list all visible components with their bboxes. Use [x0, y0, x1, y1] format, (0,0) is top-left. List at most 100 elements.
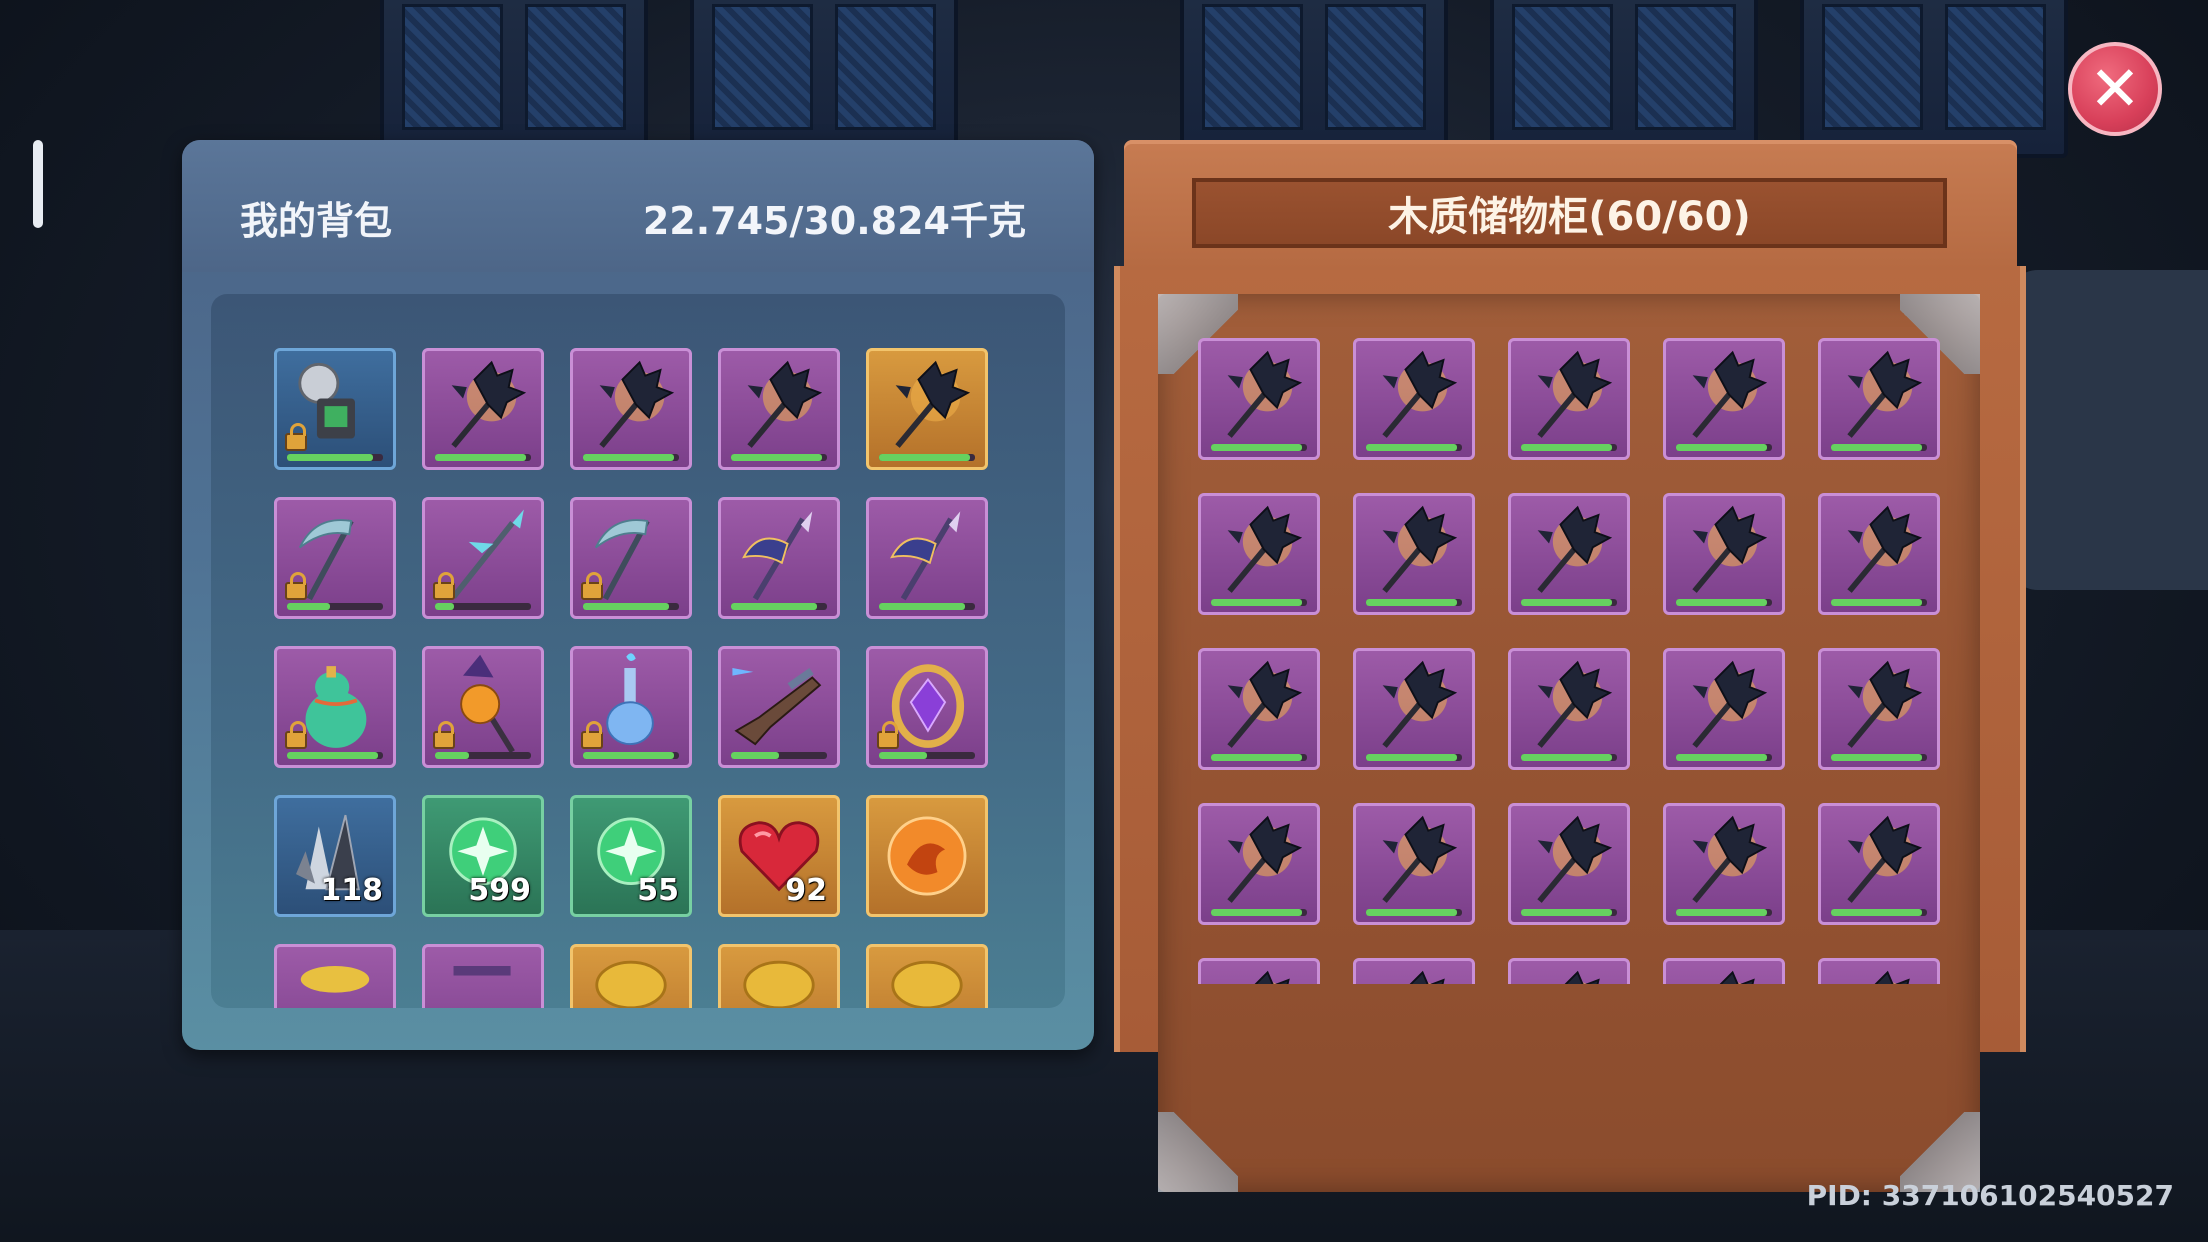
partial-item[interactable] [718, 944, 840, 1008]
durability-bar [1366, 599, 1462, 606]
backpack-panel: 我的背包 22.745/30.824千克 118 599 55 92 [182, 140, 1094, 1050]
cabinet-grid[interactable] [1198, 338, 1966, 984]
partial-item[interactable] [866, 944, 988, 1008]
durability-bar [287, 603, 383, 610]
item-count: 55 [637, 873, 679, 908]
cabinet-slot[interactable] [1198, 338, 1320, 460]
durability-bar [435, 752, 531, 759]
item-count: 92 [785, 873, 827, 908]
partial-item[interactable] [422, 944, 544, 1008]
durability-bar [1831, 444, 1927, 451]
lock-icon [433, 572, 455, 600]
cabinet-slot[interactable] [1663, 958, 1785, 984]
durability-bar [583, 603, 679, 610]
durability-bar [1366, 444, 1462, 451]
cabinet-slot[interactable] [1818, 803, 1940, 925]
background-rug [2008, 270, 2208, 590]
pumpkin-staff-item[interactable] [422, 646, 544, 768]
durability-bar [1831, 599, 1927, 606]
background-cabinet [1180, 0, 1448, 158]
cabinet-slot[interactable] [1663, 338, 1785, 460]
battle-axe-item[interactable] [866, 497, 988, 619]
cabinet-slot[interactable] [1508, 493, 1630, 615]
durability-bar [1676, 444, 1772, 451]
cabinet-slot[interactable] [1198, 803, 1320, 925]
battle-axe-item[interactable] [718, 497, 840, 619]
bat-axe-item[interactable] [422, 348, 544, 470]
durability-bar [287, 454, 383, 461]
red-heart-item[interactable]: 92 [718, 795, 840, 917]
crystal-spear-item[interactable] [422, 497, 544, 619]
player-id: PID: 337106102540527 [1806, 1179, 2174, 1212]
cabinet-slot[interactable] [1663, 803, 1785, 925]
cabinet-title: 木质储物柜(60/60) [1192, 178, 1947, 248]
cabinet-slot[interactable] [1818, 648, 1940, 770]
cabinet-slot[interactable] [1663, 493, 1785, 615]
durability-bar [731, 603, 827, 610]
partial-item[interactable] [570, 944, 692, 1008]
bat-axe-item[interactable] [718, 348, 840, 470]
cabinet-slot[interactable] [1198, 648, 1320, 770]
cabinet-slot[interactable] [1353, 493, 1475, 615]
durability-bar [731, 454, 827, 461]
scythe-item[interactable] [570, 497, 692, 619]
amulet-item[interactable] [866, 646, 988, 768]
cabinet-slot[interactable] [1508, 338, 1630, 460]
cabinet-slot[interactable] [1198, 958, 1320, 984]
background-cabinet [380, 0, 648, 158]
lock-icon [285, 572, 307, 600]
backpack-weight: 22.745/30.824千克 [642, 199, 1026, 243]
cabinet-slot[interactable] [1353, 338, 1475, 460]
close-button[interactable]: ✕ [2068, 42, 2162, 136]
lock-icon [581, 572, 603, 600]
cabinet-slot[interactable] [1818, 493, 1940, 615]
durability-bar [1211, 599, 1307, 606]
durability-bar [287, 752, 383, 759]
cabinet-slot[interactable] [1818, 958, 1940, 984]
bat-axe-item[interactable] [866, 348, 988, 470]
durability-bar [879, 752, 975, 759]
side-handle[interactable] [33, 140, 43, 228]
potion-bottle-item[interactable] [570, 646, 692, 768]
durability-bar [583, 454, 679, 461]
crystal-shard-item[interactable]: 118 [274, 795, 396, 917]
bat-axe-item[interactable] [570, 348, 692, 470]
durability-bar [1831, 754, 1927, 761]
partial-item[interactable] [274, 944, 396, 1008]
cabinet-slot[interactable] [1818, 338, 1940, 460]
green-orb-item[interactable]: 55 [570, 795, 692, 917]
corner-bracket [1158, 1112, 1238, 1192]
green-gourd-item[interactable] [274, 646, 396, 768]
background-cabinet [690, 0, 958, 158]
cabinet-slot[interactable] [1198, 493, 1320, 615]
cabinet-slot[interactable] [1353, 803, 1475, 925]
backpack-title: 我的背包 [240, 199, 393, 243]
cabinet-slot[interactable] [1508, 958, 1630, 984]
backpack-grid[interactable]: 118 599 55 92 [211, 294, 1065, 1008]
durability-bar [879, 603, 975, 610]
backpack-header: 我的背包 22.745/30.824千克 [182, 140, 1094, 272]
durability-bar [879, 454, 975, 461]
durability-bar [1676, 754, 1772, 761]
durability-bar [1521, 754, 1617, 761]
lock-icon [581, 721, 603, 749]
lock-icon [285, 423, 307, 451]
cabinet-slot[interactable] [1508, 648, 1630, 770]
durability-bar [1211, 754, 1307, 761]
durability-bar [1831, 909, 1927, 916]
durability-bar [1366, 909, 1462, 916]
cabinet-slot[interactable] [1508, 803, 1630, 925]
durability-bar [1676, 599, 1772, 606]
fire-orb-item[interactable] [866, 795, 988, 917]
rifle-item[interactable] [718, 646, 840, 768]
cabinet-slot[interactable] [1663, 648, 1785, 770]
cabinet-slot[interactable] [1353, 648, 1475, 770]
cabinet-slot[interactable] [1353, 958, 1475, 984]
background-cabinet [1490, 0, 1758, 158]
item-count: 118 [320, 873, 383, 908]
green-orb-item[interactable]: 599 [422, 795, 544, 917]
background-cabinet [1800, 0, 2068, 158]
scythe-item[interactable] [274, 497, 396, 619]
microphone-item[interactable] [274, 348, 396, 470]
durability-bar [1211, 909, 1307, 916]
